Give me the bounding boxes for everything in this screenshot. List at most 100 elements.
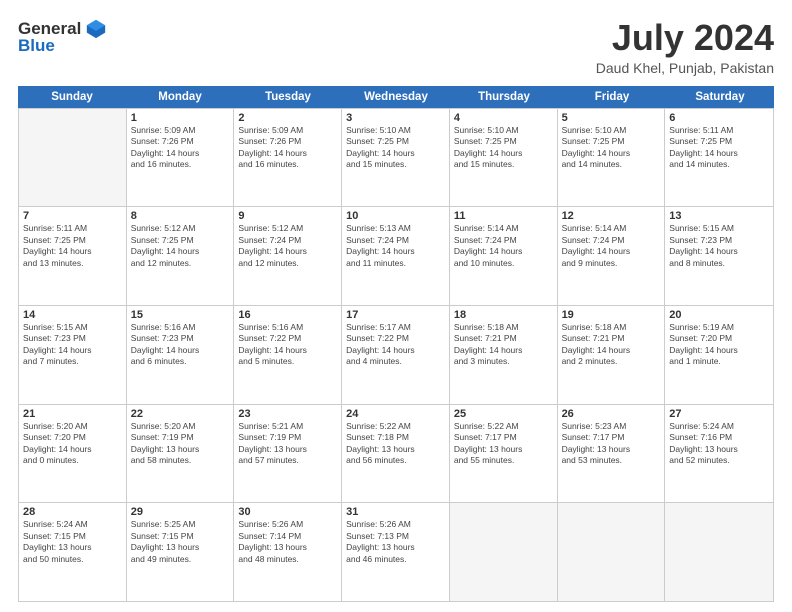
day-info: Sunrise: 5:19 AM Sunset: 7:20 PM Dayligh… [669, 322, 769, 368]
day-info: Sunrise: 5:17 AM Sunset: 7:22 PM Dayligh… [346, 322, 445, 368]
calendar-header: SundayMondayTuesdayWednesdayThursdayFrid… [18, 86, 774, 108]
calendar-row-3: 14Sunrise: 5:15 AM Sunset: 7:23 PM Dayli… [19, 305, 773, 404]
header: General Blue July 2024 Daud Khel, Punjab… [18, 18, 774, 76]
day-number: 5 [562, 112, 661, 124]
day-info: Sunrise: 5:16 AM Sunset: 7:23 PM Dayligh… [131, 322, 230, 368]
day-info: Sunrise: 5:09 AM Sunset: 7:26 PM Dayligh… [131, 125, 230, 171]
day-12: 12Sunrise: 5:14 AM Sunset: 7:24 PM Dayli… [558, 207, 666, 305]
day-info: Sunrise: 5:26 AM Sunset: 7:14 PM Dayligh… [238, 519, 337, 565]
day-18: 18Sunrise: 5:18 AM Sunset: 7:21 PM Dayli… [450, 306, 558, 404]
day-10: 10Sunrise: 5:13 AM Sunset: 7:24 PM Dayli… [342, 207, 450, 305]
day-9: 9Sunrise: 5:12 AM Sunset: 7:24 PM Daylig… [234, 207, 342, 305]
day-number: 28 [23, 506, 122, 518]
header-day-monday: Monday [126, 86, 234, 108]
day-28: 28Sunrise: 5:24 AM Sunset: 7:15 PM Dayli… [19, 503, 127, 601]
day-number: 3 [346, 112, 445, 124]
day-number: 30 [238, 506, 337, 518]
day-number: 21 [23, 408, 122, 420]
day-info: Sunrise: 5:11 AM Sunset: 7:25 PM Dayligh… [23, 223, 122, 269]
header-day-wednesday: Wednesday [342, 86, 450, 108]
day-info: Sunrise: 5:13 AM Sunset: 7:24 PM Dayligh… [346, 223, 445, 269]
day-info: Sunrise: 5:11 AM Sunset: 7:25 PM Dayligh… [669, 125, 769, 171]
day-number: 29 [131, 506, 230, 518]
day-number: 12 [562, 210, 661, 222]
day-21: 21Sunrise: 5:20 AM Sunset: 7:20 PM Dayli… [19, 405, 127, 503]
day-17: 17Sunrise: 5:17 AM Sunset: 7:22 PM Dayli… [342, 306, 450, 404]
empty-cell [558, 503, 666, 601]
day-6: 6Sunrise: 5:11 AM Sunset: 7:25 PM Daylig… [665, 109, 773, 207]
day-info: Sunrise: 5:18 AM Sunset: 7:21 PM Dayligh… [454, 322, 553, 368]
day-15: 15Sunrise: 5:16 AM Sunset: 7:23 PM Dayli… [127, 306, 235, 404]
day-number: 16 [238, 309, 337, 321]
day-13: 13Sunrise: 5:15 AM Sunset: 7:23 PM Dayli… [665, 207, 773, 305]
day-20: 20Sunrise: 5:19 AM Sunset: 7:20 PM Dayli… [665, 306, 773, 404]
day-info: Sunrise: 5:10 AM Sunset: 7:25 PM Dayligh… [454, 125, 553, 171]
empty-cell [450, 503, 558, 601]
day-number: 27 [669, 408, 769, 420]
day-number: 31 [346, 506, 445, 518]
day-number: 26 [562, 408, 661, 420]
day-number: 20 [669, 309, 769, 321]
day-7: 7Sunrise: 5:11 AM Sunset: 7:25 PM Daylig… [19, 207, 127, 305]
day-number: 10 [346, 210, 445, 222]
day-number: 17 [346, 309, 445, 321]
day-31: 31Sunrise: 5:26 AM Sunset: 7:13 PM Dayli… [342, 503, 450, 601]
logo-icon [85, 18, 107, 40]
day-14: 14Sunrise: 5:15 AM Sunset: 7:23 PM Dayli… [19, 306, 127, 404]
day-info: Sunrise: 5:09 AM Sunset: 7:26 PM Dayligh… [238, 125, 337, 171]
day-info: Sunrise: 5:12 AM Sunset: 7:25 PM Dayligh… [131, 223, 230, 269]
day-11: 11Sunrise: 5:14 AM Sunset: 7:24 PM Dayli… [450, 207, 558, 305]
calendar-row-2: 7Sunrise: 5:11 AM Sunset: 7:25 PM Daylig… [19, 206, 773, 305]
header-day-friday: Friday [558, 86, 666, 108]
day-1: 1Sunrise: 5:09 AM Sunset: 7:26 PM Daylig… [127, 109, 235, 207]
day-23: 23Sunrise: 5:21 AM Sunset: 7:19 PM Dayli… [234, 405, 342, 503]
day-info: Sunrise: 5:10 AM Sunset: 7:25 PM Dayligh… [346, 125, 445, 171]
day-22: 22Sunrise: 5:20 AM Sunset: 7:19 PM Dayli… [127, 405, 235, 503]
day-info: Sunrise: 5:15 AM Sunset: 7:23 PM Dayligh… [669, 223, 769, 269]
header-day-tuesday: Tuesday [234, 86, 342, 108]
day-3: 3Sunrise: 5:10 AM Sunset: 7:25 PM Daylig… [342, 109, 450, 207]
calendar-row-1: 1Sunrise: 5:09 AM Sunset: 7:26 PM Daylig… [19, 108, 773, 207]
day-number: 15 [131, 309, 230, 321]
day-info: Sunrise: 5:23 AM Sunset: 7:17 PM Dayligh… [562, 421, 661, 467]
location: Daud Khel, Punjab, Pakistan [596, 60, 774, 76]
month-title: July 2024 [596, 18, 774, 58]
day-number: 19 [562, 309, 661, 321]
logo: General Blue [18, 18, 107, 56]
day-info: Sunrise: 5:12 AM Sunset: 7:24 PM Dayligh… [238, 223, 337, 269]
day-number: 7 [23, 210, 122, 222]
day-info: Sunrise: 5:14 AM Sunset: 7:24 PM Dayligh… [454, 223, 553, 269]
day-number: 23 [238, 408, 337, 420]
day-24: 24Sunrise: 5:22 AM Sunset: 7:18 PM Dayli… [342, 405, 450, 503]
empty-cell [665, 503, 773, 601]
day-info: Sunrise: 5:18 AM Sunset: 7:21 PM Dayligh… [562, 322, 661, 368]
header-day-sunday: Sunday [18, 86, 126, 108]
day-info: Sunrise: 5:21 AM Sunset: 7:19 PM Dayligh… [238, 421, 337, 467]
header-day-saturday: Saturday [666, 86, 774, 108]
day-info: Sunrise: 5:22 AM Sunset: 7:18 PM Dayligh… [346, 421, 445, 467]
empty-cell [19, 109, 127, 207]
day-info: Sunrise: 5:24 AM Sunset: 7:15 PM Dayligh… [23, 519, 122, 565]
day-info: Sunrise: 5:10 AM Sunset: 7:25 PM Dayligh… [562, 125, 661, 171]
calendar: SundayMondayTuesdayWednesdayThursdayFrid… [18, 86, 774, 602]
day-number: 13 [669, 210, 769, 222]
day-info: Sunrise: 5:20 AM Sunset: 7:20 PM Dayligh… [23, 421, 122, 467]
day-26: 26Sunrise: 5:23 AM Sunset: 7:17 PM Dayli… [558, 405, 666, 503]
day-16: 16Sunrise: 5:16 AM Sunset: 7:22 PM Dayli… [234, 306, 342, 404]
day-number: 9 [238, 210, 337, 222]
day-info: Sunrise: 5:15 AM Sunset: 7:23 PM Dayligh… [23, 322, 122, 368]
day-30: 30Sunrise: 5:26 AM Sunset: 7:14 PM Dayli… [234, 503, 342, 601]
day-number: 18 [454, 309, 553, 321]
day-number: 4 [454, 112, 553, 124]
day-number: 11 [454, 210, 553, 222]
day-29: 29Sunrise: 5:25 AM Sunset: 7:15 PM Dayli… [127, 503, 235, 601]
day-number: 24 [346, 408, 445, 420]
day-number: 22 [131, 408, 230, 420]
page: General Blue July 2024 Daud Khel, Punjab… [0, 0, 792, 612]
header-day-thursday: Thursday [450, 86, 558, 108]
day-info: Sunrise: 5:22 AM Sunset: 7:17 PM Dayligh… [454, 421, 553, 467]
day-number: 6 [669, 112, 769, 124]
day-19: 19Sunrise: 5:18 AM Sunset: 7:21 PM Dayli… [558, 306, 666, 404]
calendar-body: 1Sunrise: 5:09 AM Sunset: 7:26 PM Daylig… [18, 108, 774, 602]
day-info: Sunrise: 5:16 AM Sunset: 7:22 PM Dayligh… [238, 322, 337, 368]
